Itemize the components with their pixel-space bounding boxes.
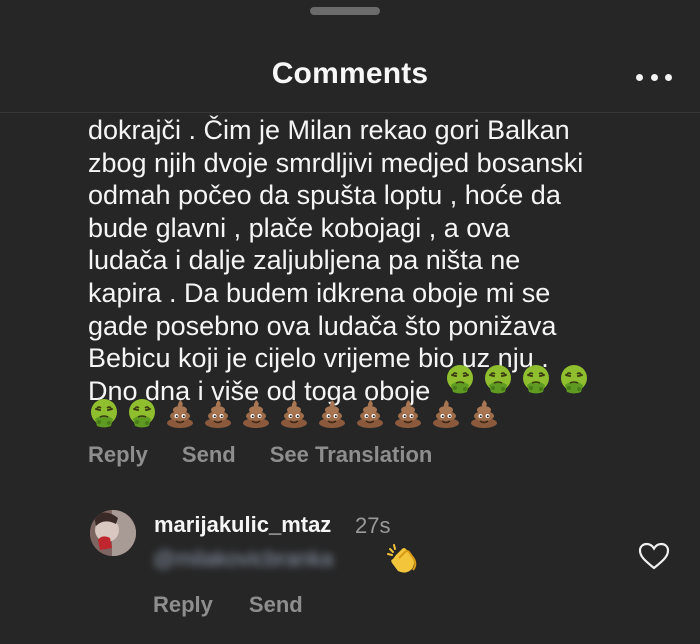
emoji-row-2 [88,393,506,433]
reply-actions: Reply Send [153,592,339,618]
pile-of-poo-icon [164,397,196,429]
page-title: Comments [271,57,429,90]
nauseated-face-icon [558,363,590,395]
emoji-row-1 [444,362,596,396]
dot [650,73,658,81]
reply-timestamp: 27s [355,513,391,538]
clapping-hands-icon [386,543,420,577]
header-divider [0,112,700,113]
mention-link[interactable]: @milakovicbranka [153,546,333,572]
like-heart-icon[interactable] [638,541,670,571]
reply-button-2[interactable]: Reply [153,592,213,618]
avatar[interactable] [90,510,136,556]
comment-line: ludača i dalje zaljubljena pa ništa ne [88,245,521,276]
pile-of-poo-icon [316,397,348,429]
pile-of-poo-icon [202,397,234,429]
dot [636,73,643,81]
pile-of-poo-icon [354,397,386,429]
nauseated-face-icon [482,363,514,395]
comment-line: gade posebno ova ludača što ponižava [88,310,557,341]
see-translation-button[interactable]: See Translation [270,442,433,468]
comment-body: dokrajči . Čim je Milan rekao gori Balka… [88,114,688,407]
comment-line: kapira . Da budem idkrena oboje mi se [88,277,551,308]
comment-line: bude glavni , plače kobojagi , a ova [88,212,510,243]
nauseated-face-icon [126,397,158,429]
comment-line: odmah počeo da spušta loptu , hoće da [88,180,561,211]
send-button-2[interactable]: Send [249,592,303,618]
nauseated-face-icon [520,363,552,395]
send-button[interactable]: Send [182,442,236,468]
nauseated-face-icon [88,397,120,429]
pile-of-poo-icon [468,397,500,429]
nauseated-face-icon [444,363,476,395]
comments-header: Comments [0,40,700,112]
reply-button[interactable]: Reply [88,442,148,468]
comment-actions: Reply Send See Translation [88,442,466,468]
reply-username[interactable]: marijakulic_mtaz [154,512,331,538]
pile-of-poo-icon [278,397,310,429]
pile-of-poo-icon [240,397,272,429]
avatar-image [90,510,136,556]
drag-handle[interactable] [310,7,380,15]
comment-line: dokrajči . Čim je Milan rekao gori Balka… [88,115,570,145]
comment-line: Bebicu koji je cijelo vrijeme bio uz nju… [88,343,549,374]
pile-of-poo-icon [430,397,462,429]
comment-line: zbog njih dvoje smrdljivi medjed bosansk… [88,147,584,178]
comments-screen: Comments dokrajči . Čim je Milan rekao g… [0,0,700,644]
dot [665,73,672,81]
pile-of-poo-icon [392,397,424,429]
more-options-icon[interactable] [636,70,672,84]
